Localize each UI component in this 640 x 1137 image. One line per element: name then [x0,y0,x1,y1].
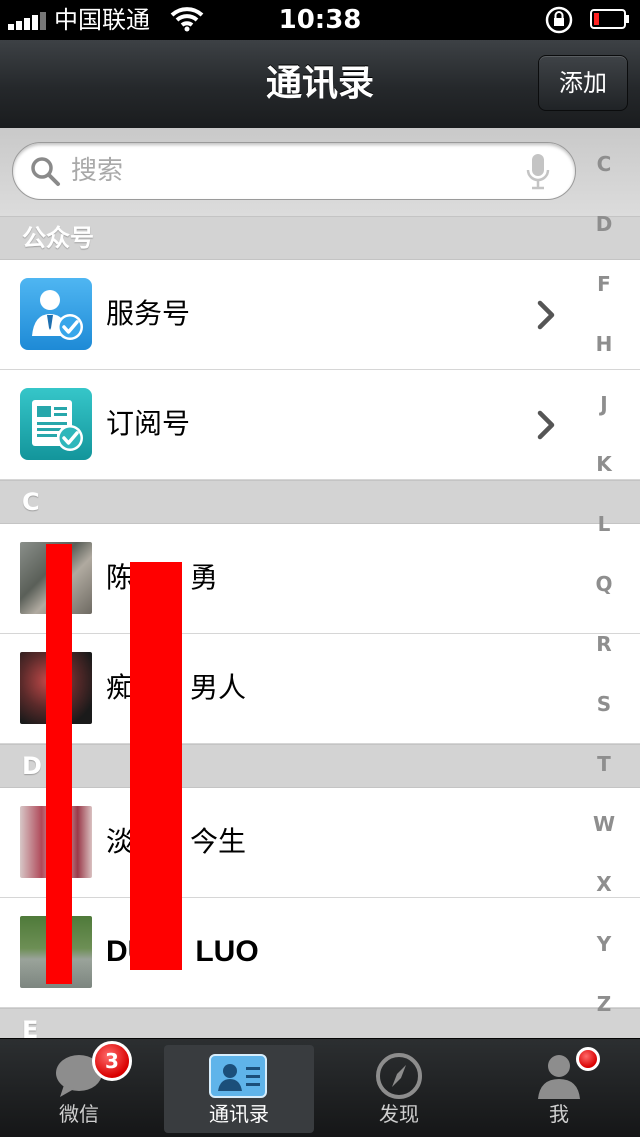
search-placeholder: 搜索 [71,156,124,186]
tab-label: 通讯录 [209,1102,269,1126]
tab-me[interactable]: 我 [484,1045,634,1133]
index-letter[interactable]: Y [584,932,624,956]
tab-bar: 3 微信 通讯录 发现 我 [0,1038,640,1137]
service-account-icon [20,278,92,350]
redaction-bar [46,544,72,984]
list-item-contact[interactable]: 痴男人 [0,634,640,744]
search-input[interactable]: 搜索 [12,142,576,200]
section-header-d: D [0,744,640,788]
index-letter[interactable]: W [584,812,624,836]
chevron-right-icon [537,410,555,440]
navigation-bar: 通讯录 添加 [0,40,640,129]
status-bar: 中国联通 10:38 [0,0,640,40]
unread-badge: 3 [92,1041,132,1081]
rotation-lock-icon [545,6,573,34]
contact-card-icon [209,1054,267,1098]
search-icon [31,157,60,186]
redaction-bar [130,562,182,970]
tab-discover[interactable]: 发现 [324,1045,474,1133]
list-item-contact[interactable]: 陈勇 [0,524,640,634]
list-item-subscription-accounts[interactable]: 订阅号 [0,370,640,480]
search-area: 搜索 [0,128,640,216]
list-item-contact[interactable]: DU LUO [0,898,640,1008]
add-contact-button[interactable]: 添加 [538,55,628,111]
contact-name: 服务号 [106,297,191,330]
compass-icon [376,1053,422,1099]
index-letter[interactable]: F [584,272,624,296]
list-item-contact[interactable]: 淡今生 [0,788,640,898]
tab-label: 微信 [59,1102,99,1126]
chevron-right-icon [537,300,555,330]
index-letter[interactable]: Z [584,992,624,1016]
index-letter[interactable]: T [584,752,624,776]
contact-name: DU LUO [106,935,259,968]
subscription-account-icon [20,388,92,460]
index-letter[interactable]: Q [584,572,624,596]
index-letter[interactable]: J [584,392,624,416]
index-letter[interactable]: S [584,692,624,716]
index-letter[interactable]: H [584,332,624,356]
list-item-service-accounts[interactable]: 服务号 [0,260,640,370]
contact-name: 订阅号 [106,407,191,440]
battery-icon [590,9,629,29]
tab-wechat[interactable]: 3 微信 [4,1041,154,1133]
index-letter[interactable]: D [584,212,624,236]
tab-label: 发现 [379,1102,419,1126]
index-letter[interactable]: K [584,452,624,476]
tab-label: 我 [549,1102,569,1126]
notification-dot [576,1047,600,1071]
tab-contacts[interactable]: 通讯录 [164,1045,314,1133]
section-header-public-accounts: 公众号 [0,216,640,260]
index-letter[interactable]: R [584,632,624,656]
index-letter[interactable]: X [584,872,624,896]
index-letter[interactable]: C [584,152,624,176]
microphone-icon[interactable] [525,153,551,191]
index-letter[interactable]: L [584,512,624,536]
section-header-c: C [0,480,640,524]
